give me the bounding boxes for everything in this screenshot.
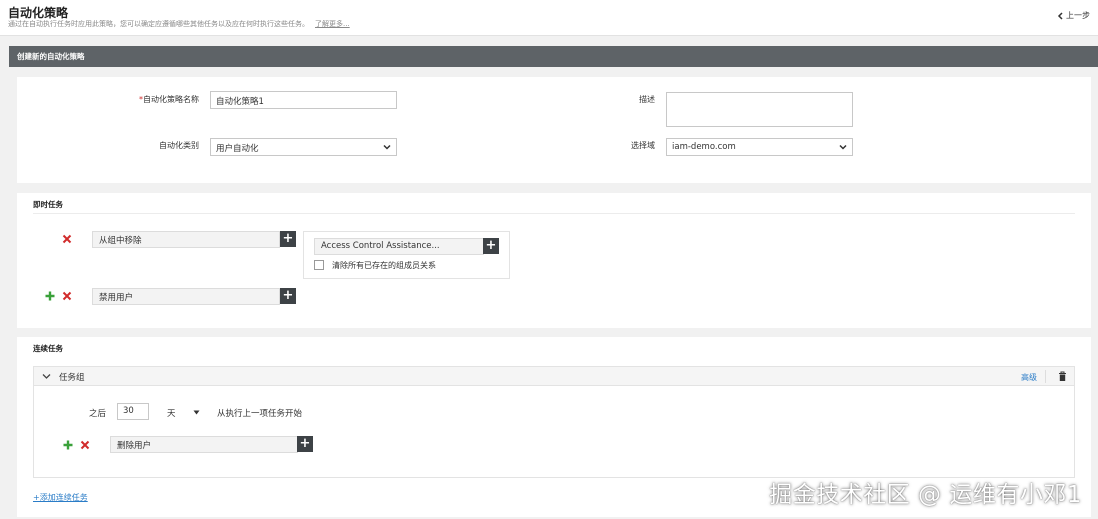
unit-select[interactable]: 天: [167, 407, 176, 419]
page-subtitle-text: 通过在自动执行任务时应用此策略，您可以确定应遵循哪些其他任务以及应在何时执行这些…: [8, 20, 309, 28]
after-label: 之后: [89, 409, 107, 419]
task-disable-user[interactable]: 禁用用户: [92, 288, 280, 305]
task-group-title: 任务组: [59, 373, 85, 383]
task-group-header[interactable]: 任务组 高级: [33, 366, 1075, 386]
clear-membership-checkbox[interactable]: [314, 260, 324, 270]
category-label: 自动化类别: [159, 141, 199, 150]
from-previous-label: 从执行上一项任务开始: [217, 409, 303, 419]
days-input[interactable]: 30: [117, 403, 149, 420]
delete-task-icon[interactable]: [62, 234, 72, 244]
clear-membership-label: 清除所有已存在的组成员关系: [332, 261, 436, 270]
page-header: 自动化策略 通过在自动执行任务时应用此策略，您可以确定应遵循哪些其他任务以及应在…: [0, 0, 1098, 36]
domain-select[interactable]: iam-demo.com: [666, 138, 853, 156]
delete-task-icon[interactable]: [80, 440, 90, 450]
policy-name-label: *自动化策略名称: [139, 95, 199, 104]
policy-form-panel: *自动化策略名称 自动化策略1 自动化类别 用户自动化 描述 选择域 iam-d…: [17, 77, 1091, 183]
immediate-tasks-title: 即时任务: [33, 200, 63, 209]
chevron-down-icon: [383, 144, 391, 150]
chevron-left-icon: [1057, 11, 1063, 20]
category-selected-value: 用户自动化: [216, 144, 259, 154]
unit-selected-value: 天: [167, 409, 176, 419]
domain-selected-value: iam-demo.com: [672, 142, 736, 152]
policy-name-input[interactable]: 自动化策略1: [210, 91, 397, 109]
group-options-panel: Access Control Assistance... + 清除所有已存在的组…: [303, 231, 510, 279]
domain-label: 选择域: [631, 141, 655, 150]
add-continuous-task-link[interactable]: +添加连续任务: [33, 492, 88, 503]
task-options-plus-button[interactable]: +: [280, 231, 296, 247]
back-button[interactable]: 上一步: [1057, 10, 1090, 21]
group-add-plus-button[interactable]: +: [483, 238, 499, 254]
chevron-down-icon: [839, 144, 847, 150]
chevron-down-icon[interactable]: [42, 373, 51, 380]
page-subtitle: 通过在自动执行任务时应用此策略，您可以确定应遵循哪些其他任务以及应在何时执行这些…: [8, 19, 350, 29]
task-group-body: 之后 30 天 从执行上一项任务开始 删除用户 +: [33, 386, 1075, 478]
caret-down-icon[interactable]: [193, 410, 200, 415]
add-task-icon[interactable]: [63, 440, 73, 450]
divider: [33, 213, 1075, 214]
trash-icon[interactable]: [1058, 371, 1067, 382]
back-button-label: 上一步: [1066, 11, 1090, 20]
divider: [1045, 370, 1046, 383]
task-delete-user[interactable]: 删除用户: [110, 436, 298, 453]
create-policy-section-bar: 创建新的自动化策略: [9, 46, 1098, 67]
immediate-tasks-panel: 即时任务 从组中移除 + Access Control Assistance..…: [17, 193, 1091, 328]
learn-more-link[interactable]: 了解更多...: [315, 20, 350, 28]
group-select-field[interactable]: Access Control Assistance...: [314, 238, 484, 255]
watermark: 掘金技术社区 @ 运维有小邓1: [769, 482, 1082, 508]
continuous-tasks-title: 连续任务: [33, 344, 63, 353]
task-remove-from-group[interactable]: 从组中移除: [92, 231, 280, 248]
advanced-link[interactable]: 高级: [1021, 372, 1037, 383]
add-task-icon[interactable]: [45, 291, 55, 301]
description-textarea[interactable]: [666, 92, 853, 127]
delete-task-icon[interactable]: [62, 291, 72, 301]
task-options-plus-button[interactable]: +: [297, 436, 313, 452]
task-options-plus-button[interactable]: +: [280, 288, 296, 304]
description-label: 描述: [639, 95, 655, 104]
category-select[interactable]: 用户自动化: [210, 138, 397, 156]
